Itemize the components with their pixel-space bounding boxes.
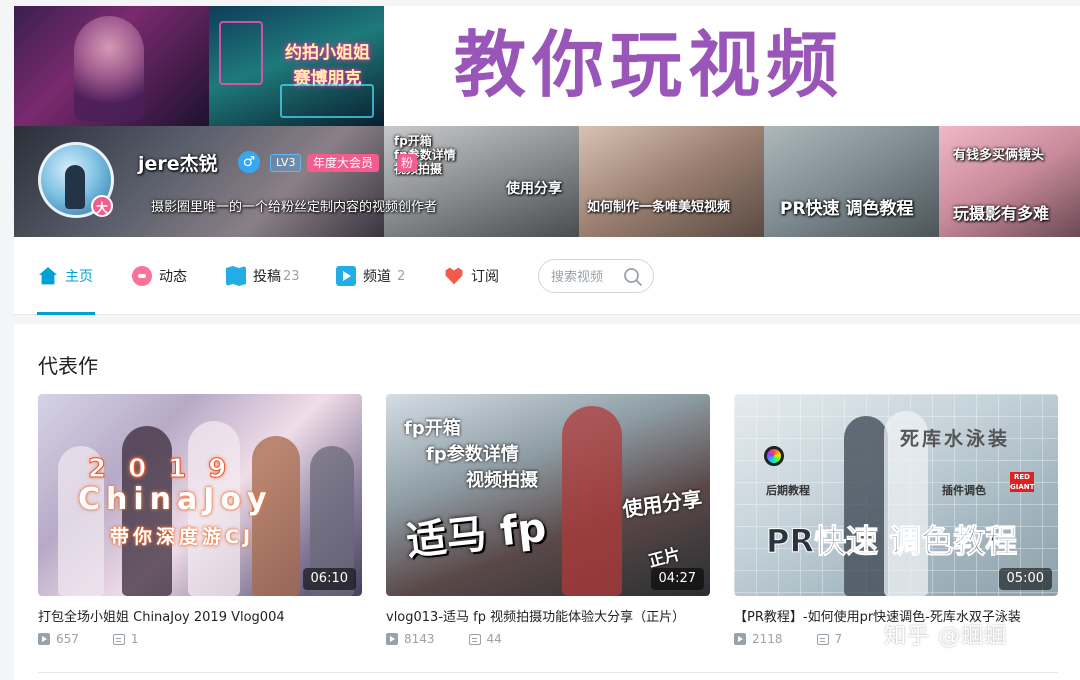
tab-channel-label: 频道 <box>363 269 391 285</box>
thumb-main-text: ChinaJoy <box>78 482 273 517</box>
tab-channel[interactable]: 频道 2 <box>336 261 405 291</box>
tab-upload[interactable]: 投稿 23 <box>226 261 300 291</box>
home-icon <box>39 267 57 285</box>
thumb-main-text: PR快速 调色教程 <box>765 522 1018 561</box>
strip-segment-howto: 如何制作一条唯美短视频 <box>579 126 764 237</box>
search-input[interactable] <box>551 268 621 286</box>
male-icon: ♂ <box>238 151 260 173</box>
banner-strip: fp开箱 fp参数详情 视频拍摄 使用分享 如何制作一条唯美短视频 PR快速 调… <box>14 126 1080 237</box>
banner-image-left <box>14 6 209 126</box>
color-wheel-icon <box>764 446 784 466</box>
strip-segment-pr: PR快速 调色教程 <box>764 126 939 237</box>
avatar-silhouette <box>65 165 85 209</box>
thumb-line1: fp开箱 <box>404 418 461 439</box>
strip-pr-text: PR快速 调色教程 <box>780 199 914 219</box>
video-thumbnail[interactable]: fp开箱 fp参数详情 视频拍摄 适马 fp 使用分享 正片 04:27 <box>386 394 710 596</box>
thumb-use-text: 使用分享 <box>620 486 704 522</box>
username[interactable]: jere杰锐 <box>138 149 218 176</box>
avatar[interactable]: 大 <box>38 142 114 218</box>
tab-home[interactable]: 主页 <box>38 261 93 291</box>
search-box <box>538 259 654 293</box>
strip-fp-line1: fp开箱 <box>394 134 432 148</box>
play-count: 657 <box>56 632 79 646</box>
thumb-line3: 视频拍摄 <box>466 470 538 491</box>
strip-money-top-text: 有钱多买俩镜头 <box>953 148 1045 163</box>
signature: 摄影圈里唯一的一个给粉丝定制内容的视频创作者 <box>151 200 438 215</box>
fan-badge[interactable]: 粉 <box>397 154 418 172</box>
duration-badge: 04:27 <box>650 568 704 590</box>
play-count: 2118 <box>752 632 783 646</box>
search-icon[interactable] <box>623 267 643 287</box>
duration-badge: 06:10 <box>302 568 356 590</box>
play-count: 8143 <box>404 632 435 646</box>
tab-subscribe-label: 订阅 <box>471 269 499 285</box>
banner-collage: 约拍小姐姐 赛博朋克 <box>14 6 384 126</box>
thumb-tag-text: 正片 <box>646 544 683 571</box>
tab-home-label: 主页 <box>65 269 93 285</box>
danmaku-count: 44 <box>486 632 502 646</box>
profile-banner: 约拍小姐姐 赛博朋克 教你玩视频 fp开箱 fp参数详情 视频拍摄 使用分享 如… <box>14 6 1080 237</box>
red-giant-logo: RED GIANT <box>1010 472 1035 492</box>
level-badge: LV3 <box>270 154 302 172</box>
thumb-figure <box>562 406 622 596</box>
thumb-year-text: 2019 <box>87 454 249 485</box>
tab-upload-count: 23 <box>283 268 300 284</box>
danmaku-icon <box>112 633 125 645</box>
strip-howto-text: 如何制作一条唯美短视频 <box>587 200 731 215</box>
danmaku-icon <box>468 633 481 645</box>
subscribe-icon <box>445 267 463 285</box>
danmaku-count: 1 <box>130 632 139 646</box>
active-tab-indicator <box>37 312 95 315</box>
watermark: 知乎 @蝈蝈 <box>884 624 1007 649</box>
strip-fp-use: 使用分享 <box>506 181 562 197</box>
banner-title: 教你玩视频 <box>454 23 845 107</box>
tab-upload-label: 投稿 <box>253 269 281 285</box>
space-nav: 主页 动态 投稿 23 频道 2 订阅 <box>14 237 1080 315</box>
video-meta: 2118 7 <box>734 632 842 646</box>
avatar-badge: 大 <box>91 195 113 217</box>
video-card[interactable]: 2019 ChinaJoy 带你深度游CJ 06:10 打包全场小姐姐 Chin… <box>38 394 362 646</box>
video-title[interactable]: 打包全场小姐姐 ChinaJoy 2019 Vlog004 <box>38 606 362 625</box>
strip-segment-money: 有钱多买俩镜头 玩摄影有多难 <box>939 126 1080 237</box>
video-thumbnail[interactable]: 死库水泳装 后期教程 插件调色 RED GIANT PR快速 调色教程 05:0… <box>734 394 1058 596</box>
dynamic-icon <box>132 266 152 286</box>
video-meta: 657 1 <box>38 632 139 646</box>
section-divider <box>38 672 1058 673</box>
video-card[interactable]: fp开箱 fp参数详情 视频拍摄 适马 fp 使用分享 正片 04:27 vlo… <box>386 394 710 646</box>
thumb-right-text: 插件调色 <box>942 484 986 497</box>
video-card[interactable]: 死库水泳装 后期教程 插件调色 RED GIANT PR快速 调色教程 05:0… <box>734 394 1058 646</box>
banner-image-cyberpunk: 约拍小姐姐 赛博朋克 <box>209 6 384 126</box>
thumb-top-text: 死库水泳装 <box>900 428 1011 450</box>
upload-icon <box>226 266 246 286</box>
thumb-sub-text: 带你深度游CJ <box>110 526 255 548</box>
space-page: 约拍小姐姐 赛博朋克 教你玩视频 fp开箱 fp参数详情 视频拍摄 使用分享 如… <box>0 0 1080 680</box>
thumb-left-text: 后期教程 <box>766 484 810 497</box>
video-meta: 8143 44 <box>386 632 502 646</box>
play-count-icon <box>386 633 398 645</box>
strip-segment-fp: fp开箱 fp参数详情 视频拍摄 使用分享 <box>384 126 579 237</box>
vip-badge[interactable]: 年度大会员 <box>307 154 380 172</box>
duration-badge: 05:00 <box>998 568 1052 590</box>
strip-money-text: 玩摄影有多难 <box>953 204 1050 223</box>
channel-icon <box>336 266 356 286</box>
tab-dynamic[interactable]: 动态 <box>132 261 187 291</box>
banner-cyberpunk-label: 约拍小姐姐 赛博朋克 <box>285 40 370 92</box>
thumb-line2: fp参数详情 <box>426 444 519 465</box>
tab-dynamic-label: 动态 <box>159 269 187 285</box>
section-title: 代表作 <box>38 354 98 378</box>
tab-subscribe[interactable]: 订阅 <box>444 261 499 291</box>
thumb-figure <box>844 416 888 596</box>
play-count-icon <box>38 633 50 645</box>
danmaku-icon <box>816 633 829 645</box>
banner-label-line2: 赛博朋克 <box>293 69 362 89</box>
thumb-main-text: 适马 fp <box>404 504 549 566</box>
tab-channel-count: 2 <box>397 268 406 284</box>
banner-label-line1: 约拍小姐姐 <box>285 43 370 63</box>
video-title[interactable]: vlog013-适马 fp 视频拍摄功能体验大分享（正片） <box>386 606 710 625</box>
video-thumbnail[interactable]: 2019 ChinaJoy 带你深度游CJ 06:10 <box>38 394 362 596</box>
play-count-icon <box>734 633 746 645</box>
danmaku-count: 7 <box>834 632 843 646</box>
